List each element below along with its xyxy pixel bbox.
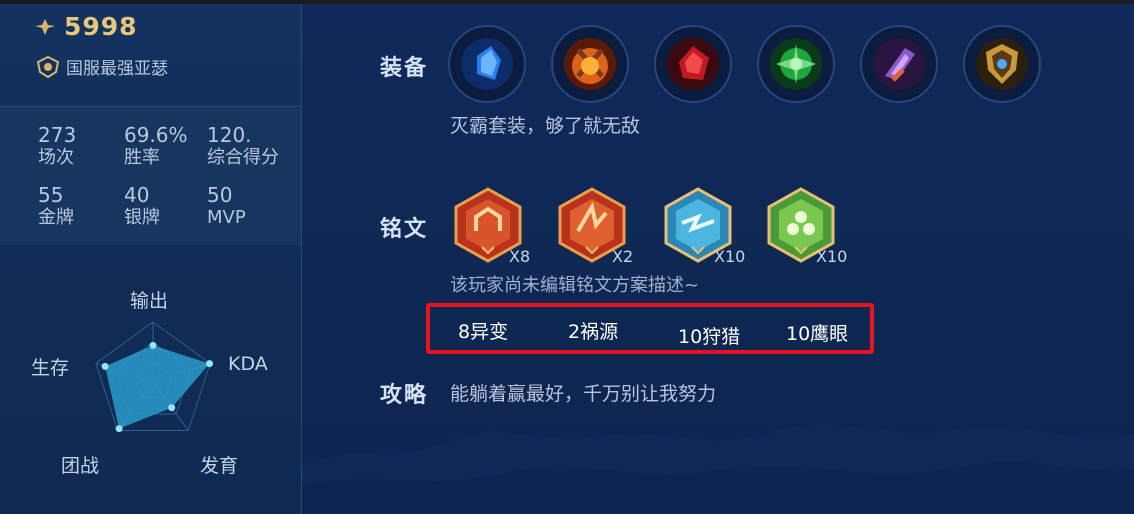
radar-label-survival: 生存 [31,357,70,379]
stat-value: 40 [124,183,150,207]
stat-value: 120. [207,123,252,147]
stat-value: 55 [38,183,64,207]
rune-annotation: 10狩猎 [678,326,741,348]
radar-point-right [206,360,213,368]
rune-annotation: 2祸源 [568,321,619,343]
rank-score-icon [35,18,55,35]
honor-title: 国服最强亚瑟 [66,59,168,79]
stat-label: 综合得分 [207,147,279,168]
blue-crystal-icon[interactable] [448,25,526,103]
strategy-text: 能躺着赢最好，千万别让我努力 [450,383,717,405]
stat-label: 银牌 [124,207,160,228]
equipment-section-title: 装备 [380,56,429,81]
rune-count: X10 [714,247,746,266]
stat-winrate: 69.6% 胜率 [124,123,188,169]
equipment-description: 灭霸套装，够了就无敌 [450,115,641,137]
build-detail-panel: 装备 灭霸套装，够了就无敌 铭文 X8 X2 X10 X10 该玩家尚未编辑铭文… [302,4,1134,514]
radar-point-left [101,362,109,370]
stat-overall-score: 120. 综合得分 [207,123,279,169]
stat-label: 胜率 [124,147,160,168]
honor-title-row: 国服最强亚瑟 [36,54,168,79]
rune-section-title: 铭文 [380,217,429,242]
radar-area [105,345,210,429]
ability-radar: 输出 KDA 发育 团战 生存 [20,282,290,502]
red-crystal-icon[interactable] [654,25,732,103]
stat-label: 金牌 [38,207,74,228]
strategy-section-title: 攻略 [380,383,429,408]
rune-count: X8 [509,247,531,266]
stat-gold: 55 金牌 [38,183,74,229]
radar-point-top [149,341,157,349]
golden-shield-icon[interactable] [963,25,1041,103]
radar-label-kda: KDA [228,353,268,375]
fire-armor-icon[interactable] [551,25,629,103]
stat-label: 场次 [38,147,74,168]
radar-label-output: 输出 [130,290,169,312]
mountain-background [302,424,1134,514]
score-row: 5998 [34,12,138,41]
stat-silver: 40 银牌 [124,183,160,229]
radar-point-bottom_right [168,404,176,412]
stat-label: MVP [207,207,246,228]
radar-label-growth: 发育 [200,455,239,477]
rune-annotation: 10鹰眼 [786,323,849,345]
radar-label-teamfight: 团战 [61,455,100,477]
rank-score: 5998 [64,12,138,41]
stat-matches: 273 场次 [38,123,76,169]
rune-description: 该玩家尚未编辑铭文方案描述~ [450,275,700,296]
stat-value: 50 [207,183,233,207]
player-stats-panel: 5998 国服最强亚瑟 273 场次 69.6% 胜率 120. 综合得分 55… [0,4,302,514]
honor-badge-icon [36,55,60,78]
rune-annotation: 8异变 [458,321,509,343]
rune-count: X2 [612,247,634,266]
purple-blade-icon[interactable] [860,25,938,103]
radar-point-bottom_left [115,425,123,433]
stat-value: 273 [38,123,77,147]
stats-grid: 273 场次 69.6% 胜率 120. 综合得分 55 金牌 40 银牌 50… [0,107,301,245]
green-gem-icon[interactable] [757,25,835,103]
stat-value: 69.6% [124,123,188,147]
stat-mvp: 50 MVP [207,183,246,229]
rune-count: X10 [816,247,848,266]
